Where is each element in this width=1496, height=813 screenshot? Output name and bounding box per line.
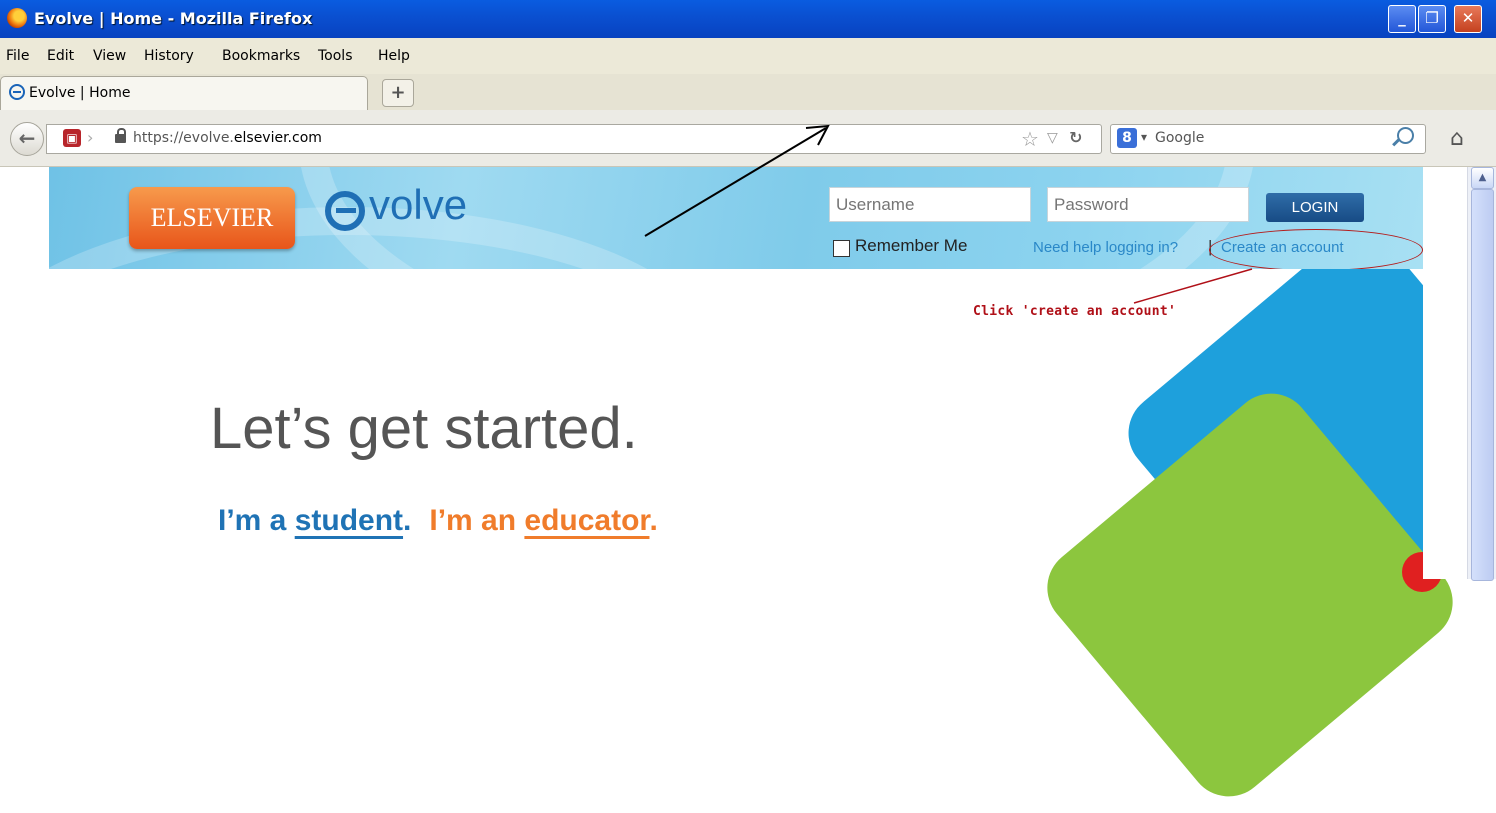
- evolve-logo-text: volve: [369, 181, 468, 228]
- menu-bookmarks[interactable]: Bookmarks: [222, 48, 300, 64]
- elsevier-logo[interactable]: ELSEVIER: [129, 187, 295, 249]
- annotation-highlight-oval: [1209, 229, 1423, 269]
- restore-icon: ❐: [1425, 9, 1439, 27]
- url-host: elsevier.com: [233, 130, 322, 146]
- page-content: ELSEVIER volve LOGIN Remember Me Need he…: [0, 167, 1496, 813]
- search-engine-placeholder: Google: [1155, 130, 1205, 146]
- right-margin: [1423, 167, 1469, 579]
- search-bar[interactable]: 8 ▾ Google: [1110, 124, 1426, 154]
- lock-icon: [115, 128, 126, 143]
- role-selector: I’m a student. I’m an educator.: [218, 504, 658, 538]
- address-bar[interactable]: ▣ › https://evolve.elsevier.com ☆ ▽ ↻: [46, 124, 1102, 154]
- educator-prefix: I’m an: [429, 504, 525, 537]
- vertical-scrollbar[interactable]: ▲: [1467, 167, 1496, 581]
- home-icon[interactable]: ⌂: [1450, 126, 1464, 151]
- scroll-up-button[interactable]: ▲: [1471, 167, 1494, 189]
- menu-tools[interactable]: Tools: [318, 48, 353, 64]
- identity-arrow-icon: ›: [87, 128, 94, 147]
- scroll-thumb[interactable]: [1471, 189, 1494, 581]
- site-identity-icon[interactable]: ▣: [63, 129, 81, 147]
- password-input[interactable]: [1047, 187, 1249, 222]
- close-icon: ✕: [1461, 9, 1475, 27]
- new-tab-button[interactable]: +: [382, 79, 414, 107]
- tab-evolve-home[interactable]: Evolve | Home: [0, 76, 368, 110]
- menu-view[interactable]: View: [93, 48, 126, 64]
- google-icon[interactable]: 8: [1117, 128, 1137, 148]
- minimize-button[interactable]: _: [1388, 5, 1416, 33]
- educator-suffix: .: [649, 504, 658, 537]
- educator-link[interactable]: educator: [524, 504, 649, 537]
- tab-label: Evolve | Home: [29, 85, 131, 101]
- tab-strip: Evolve | Home +: [0, 74, 1496, 111]
- hero-title: Let’s get started.: [210, 396, 638, 461]
- menu-edit[interactable]: Edit: [47, 48, 74, 64]
- close-button[interactable]: ✕: [1454, 5, 1482, 33]
- reload-icon[interactable]: ↻: [1069, 128, 1082, 147]
- url-prefix: https://evolve.: [133, 130, 234, 146]
- bookmark-star-icon[interactable]: ☆: [1021, 127, 1039, 151]
- search-icon[interactable]: [1397, 127, 1414, 144]
- url-text[interactable]: https://evolve.elsevier.com: [133, 130, 322, 146]
- menu-help[interactable]: Help: [378, 48, 410, 64]
- menu-history[interactable]: History: [144, 48, 194, 64]
- remember-me-label[interactable]: Remember Me: [855, 236, 967, 256]
- username-input[interactable]: [829, 187, 1031, 222]
- engine-dropdown-icon[interactable]: ▾: [1141, 130, 1147, 144]
- student-prefix: I’m a: [218, 504, 295, 537]
- restore-button[interactable]: ❐: [1418, 5, 1446, 33]
- help-login-link[interactable]: Need help logging in?: [1033, 239, 1178, 256]
- remember-me-checkbox[interactable]: [833, 240, 850, 257]
- history-dropdown-icon[interactable]: ▽: [1047, 130, 1058, 146]
- evolve-e-icon: [325, 191, 365, 231]
- back-button[interactable]: ←: [10, 122, 44, 156]
- window-title: Evolve | Home - Mozilla Firefox: [34, 9, 313, 28]
- back-arrow-icon: ←: [18, 126, 36, 150]
- annotation-callout: Click 'create an account': [973, 304, 1177, 319]
- evolve-favicon-icon: [9, 84, 25, 100]
- navigation-toolbar: ← ▣ › https://evolve.elsevier.com ☆ ▽ ↻ …: [0, 110, 1496, 167]
- minimize-icon: _: [1398, 9, 1406, 27]
- window-titlebar: Evolve | Home - Mozilla Firefox _ ❐ ✕: [0, 0, 1496, 38]
- evolve-header: ELSEVIER volve LOGIN Remember Me Need he…: [49, 167, 1423, 269]
- menu-bar: File Edit View History Bookmarks Tools H…: [0, 38, 1496, 74]
- login-button[interactable]: LOGIN: [1266, 193, 1364, 222]
- firefox-icon: [7, 8, 27, 28]
- menu-file[interactable]: File: [6, 48, 29, 64]
- student-link[interactable]: student: [295, 504, 403, 537]
- student-suffix: .: [403, 504, 412, 537]
